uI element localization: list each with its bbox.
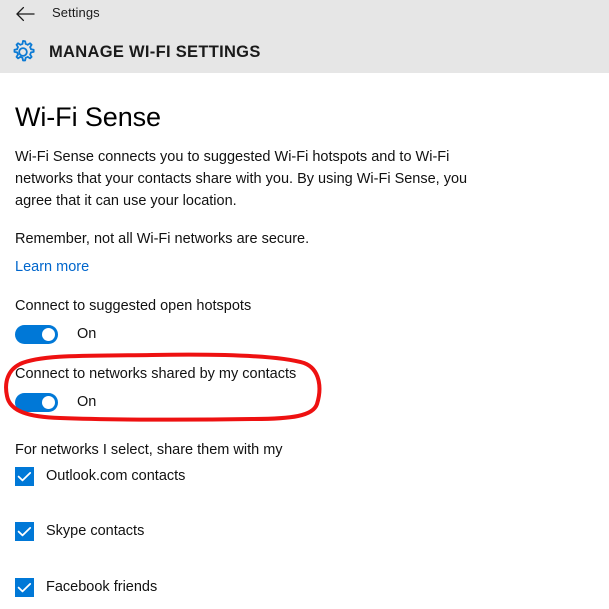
- setting-label-suggested-hotspots: Connect to suggested open hotspots: [15, 298, 252, 314]
- app-name-label: Settings: [52, 5, 100, 20]
- checkbox-outlook[interactable]: [15, 467, 34, 486]
- toggle-row-shared-by-contacts: On: [15, 393, 96, 412]
- toggle-knob: [42, 328, 55, 341]
- toggle-state-suggested-hotspots: On: [77, 326, 97, 342]
- back-navigation-row: Settings: [0, 0, 609, 28]
- setting-label-shared-by-contacts: Connect to networks shared by my contact…: [15, 366, 297, 382]
- checkbox-label-skype: Skype contacts: [46, 523, 145, 539]
- checkbox-row-skype[interactable]: Skype contacts: [15, 522, 144, 541]
- checkbox-label-facebook: Facebook friends: [46, 579, 158, 595]
- page-title: MANAGE WI-FI SETTINGS: [49, 43, 261, 61]
- page-header-row: MANAGE WI-FI SETTINGS: [0, 30, 609, 73]
- checkbox-label-outlook: Outlook.com contacts: [46, 468, 186, 484]
- settings-content-panel: Wi-Fi Sense Wi-Fi Sense connects you to …: [0, 73, 609, 609]
- toggle-shared-by-contacts[interactable]: [15, 393, 58, 412]
- section-title: Wi-Fi Sense: [15, 102, 161, 132]
- description-text: Wi-Fi Sense connects you to suggested Wi…: [15, 149, 468, 209]
- toggle-suggested-hotspots[interactable]: [15, 325, 58, 344]
- title-bar: Settings MANAGE WI-FI SETTINGS: [0, 0, 609, 73]
- checkbox-row-outlook[interactable]: Outlook.com contacts: [15, 467, 185, 486]
- toggle-knob: [42, 396, 55, 409]
- learn-more-link[interactable]: Learn more: [15, 256, 89, 278]
- gear-icon: [6, 35, 40, 69]
- back-arrow-icon[interactable]: [12, 2, 38, 26]
- checkbox-facebook[interactable]: [15, 578, 34, 597]
- security-note-text: Remember, not all Wi-Fi networks are sec…: [15, 231, 310, 247]
- checkbox-row-facebook[interactable]: Facebook friends: [15, 578, 157, 597]
- checkbox-skype[interactable]: [15, 522, 34, 541]
- share-section-label: For networks I select, share them with m…: [15, 442, 283, 458]
- toggle-state-shared-by-contacts: On: [77, 394, 97, 410]
- toggle-row-suggested-hotspots: On: [15, 325, 96, 344]
